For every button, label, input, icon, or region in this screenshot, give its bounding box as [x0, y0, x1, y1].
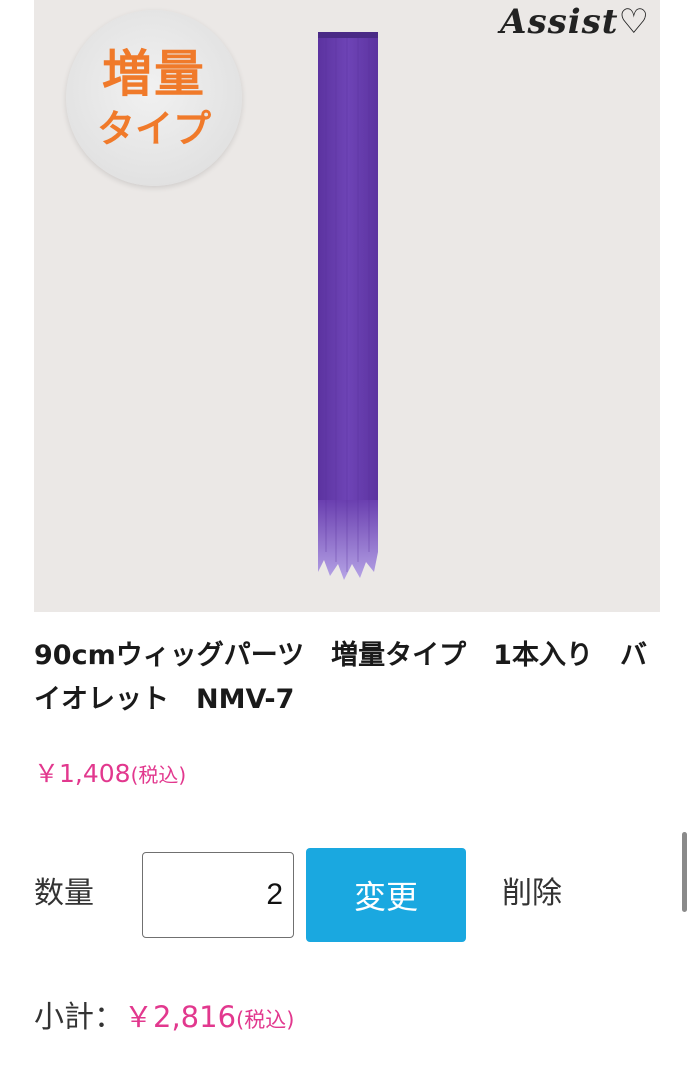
- quantity-row: 数量 変更 削除: [34, 848, 654, 942]
- subtotal-tax-note: (税込): [236, 1008, 295, 1032]
- quantity-input[interactable]: [142, 852, 294, 938]
- unit-price: ￥1,408(税込): [34, 754, 186, 795]
- assist-logo-text: Assist: [500, 2, 619, 42]
- update-quantity-button[interactable]: 変更: [306, 848, 466, 942]
- heart-icon: ♡: [618, 2, 650, 42]
- cart-item-page: 増量 タイプ Assist♡ 90cmウィッグパーツ 増量タイプ 1本入り バイ…: [0, 0, 696, 1080]
- product-image[interactable]: 増量 タイプ Assist♡: [34, 0, 660, 612]
- unit-price-tax-note: (税込): [130, 763, 187, 787]
- product-title[interactable]: 90cmウィッグパーツ 増量タイプ 1本入り バイオレット NMV-7: [34, 634, 654, 722]
- assist-logo: Assist♡: [500, 2, 650, 42]
- subtotal-value: ￥2,816: [124, 1000, 237, 1034]
- scrollbar[interactable]: [682, 832, 687, 912]
- wig-parts-hair: [318, 32, 378, 580]
- unit-price-value: ￥1,408: [34, 759, 131, 788]
- subtotal-label: 小計：: [34, 1000, 124, 1035]
- volume-type-badge: 増量 タイプ: [66, 10, 242, 186]
- delete-item-link[interactable]: 削除: [502, 872, 562, 916]
- badge-line2: タイプ: [96, 107, 211, 151]
- subtotal: 小計：￥2,816(税込): [34, 994, 294, 1043]
- quantity-label: 数量: [34, 876, 94, 911]
- badge-line1: 増量: [102, 45, 206, 103]
